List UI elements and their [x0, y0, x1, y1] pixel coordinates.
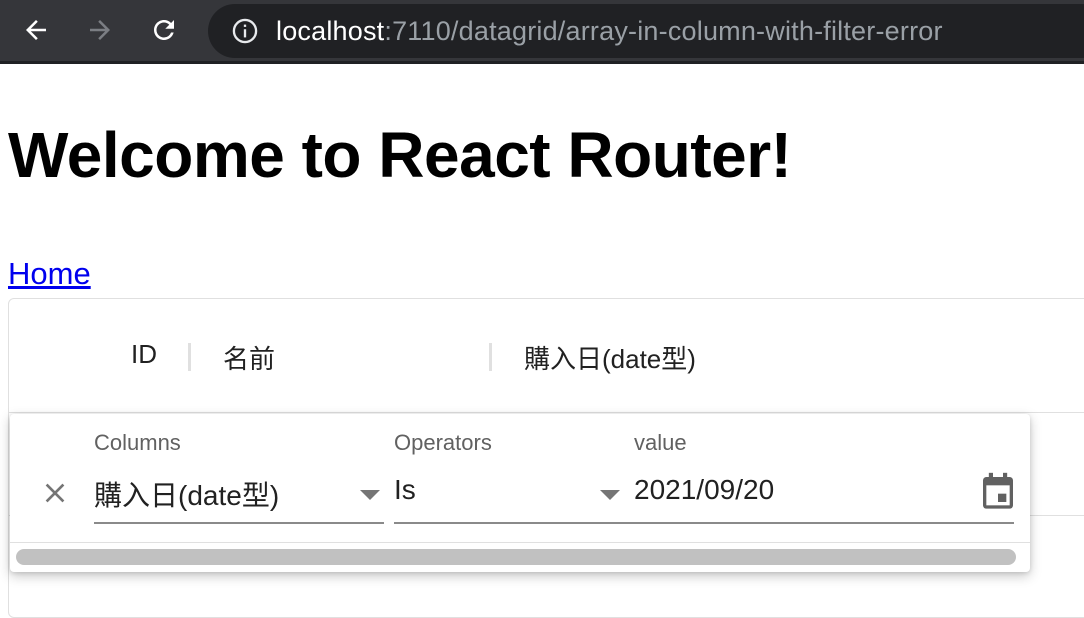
forward-button[interactable] — [82, 12, 118, 48]
reload-button[interactable] — [146, 12, 182, 48]
column-header-id[interactable]: ID — [131, 339, 157, 370]
reload-icon — [154, 20, 174, 40]
columns-underline — [94, 522, 384, 524]
forward-arrow-icon — [90, 20, 110, 40]
chevron-down-icon[interactable] — [600, 490, 620, 500]
operators-label: Operators — [394, 430, 492, 455]
url-text: localhost:7110/datagrid/array-in-column-… — [276, 16, 943, 47]
value-date-input[interactable]: 2021/09/20 — [634, 474, 774, 506]
panel-divider — [10, 542, 1030, 543]
back-arrow-icon — [26, 20, 46, 40]
calendar-icon[interactable] — [978, 470, 1018, 514]
chevron-down-icon[interactable] — [360, 490, 380, 500]
horizontal-scrollbar[interactable] — [16, 549, 1016, 565]
page-title: Welcome to React Router! — [8, 119, 792, 191]
column-separator[interactable] — [188, 343, 191, 371]
url-path: :7110/datagrid/array-in-column-with-filt… — [384, 15, 943, 46]
columns-select[interactable]: 購入日(date型) — [94, 474, 279, 514]
grid-header: ID 名前 購入日(date型) — [9, 299, 1084, 413]
filter-panel: Columns 購入日(date型) Operators Is value 20… — [10, 414, 1030, 572]
column-header-purchase-date[interactable]: 購入日(date型) — [524, 339, 696, 376]
home-link[interactable]: Home — [8, 256, 91, 292]
column-header-name[interactable]: 名前 — [223, 339, 275, 376]
info-icon[interactable] — [230, 16, 260, 46]
columns-label: Columns — [94, 430, 181, 455]
value-label: value — [634, 430, 687, 455]
address-bar[interactable]: localhost:7110/datagrid/array-in-column-… — [208, 4, 1084, 58]
browser-toolbar: localhost:7110/datagrid/array-in-column-… — [0, 0, 1084, 64]
operators-value-underline — [394, 522, 1014, 524]
url-host: localhost — [276, 15, 385, 46]
remove-filter-button[interactable] — [38, 476, 72, 510]
back-button[interactable] — [18, 12, 54, 48]
close-icon — [45, 483, 65, 503]
column-separator[interactable] — [489, 343, 492, 371]
operators-select[interactable]: Is — [394, 474, 416, 506]
